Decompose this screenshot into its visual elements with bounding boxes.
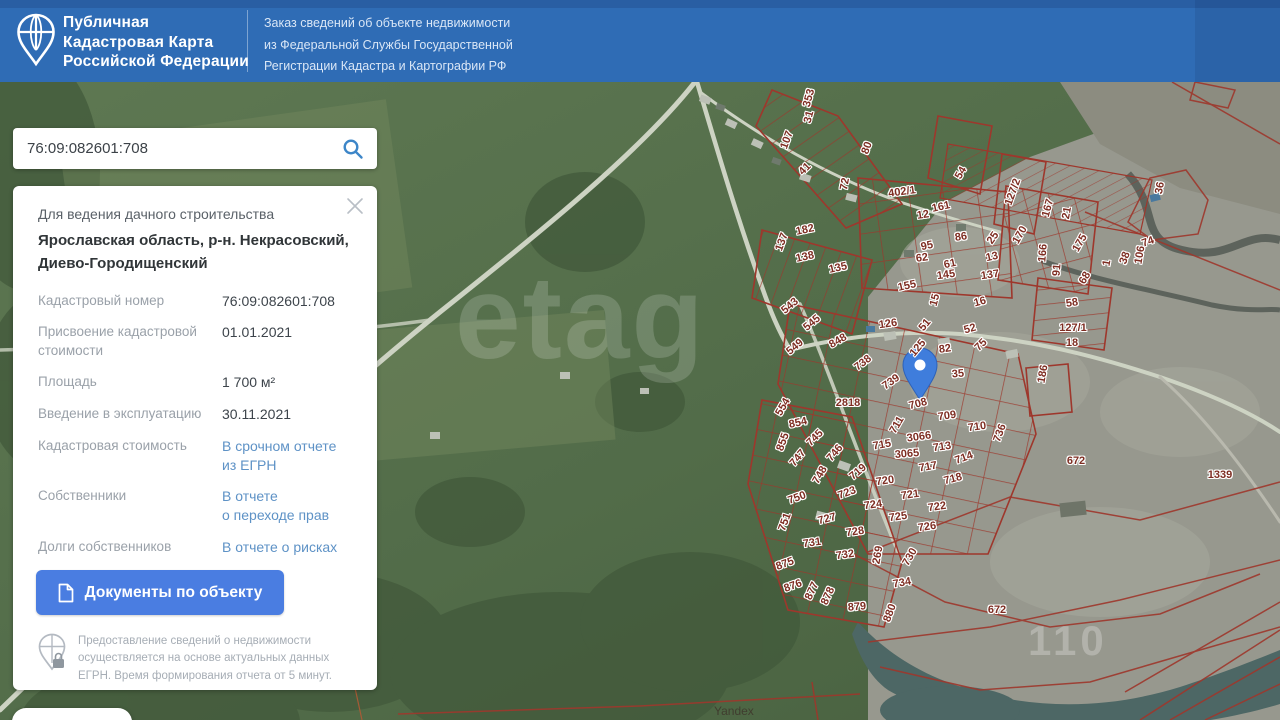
- info-row-link[interactable]: В срочном отчете из ЕГРН: [222, 437, 353, 475]
- land-usage-text: Для ведения дачного строительства: [38, 206, 353, 222]
- info-row-label: Кадастровый номер: [38, 292, 222, 311]
- search-bar[interactable]: 76:09:082601:708: [13, 128, 377, 169]
- search-input[interactable]: 76:09:082601:708: [13, 140, 342, 157]
- close-icon[interactable]: [346, 197, 364, 215]
- info-row-link[interactable]: В отчете о переходе прав: [222, 487, 353, 525]
- app-window: etag 110 3533110780417218213713813554402…: [0, 0, 1280, 720]
- header-divider: [247, 10, 248, 72]
- app-header: Публичная Кадастровая Карта Российской Ф…: [0, 0, 1280, 82]
- documents-button-label: Документы по объекту: [85, 584, 263, 602]
- parcel-info-panel: Для ведения дачного строительства Яросла…: [13, 186, 377, 690]
- info-row-label: Долги собственников: [38, 538, 222, 557]
- info-row-label: Присвоение кадастровой стоимости: [38, 323, 222, 359]
- info-row: СобственникиВ отчете о переходе прав: [38, 487, 353, 525]
- document-icon: [58, 583, 74, 603]
- map-attribution[interactable]: Yandex: [714, 704, 754, 718]
- info-row-label: Введение в эксплуатацию: [38, 405, 222, 424]
- info-row-value: 30.11.2021: [222, 405, 353, 424]
- cadastre-logo-icon[interactable]: [16, 13, 56, 67]
- pin-lock-icon: [38, 633, 66, 671]
- info-row-label: Кадастровая стоимость: [38, 437, 222, 475]
- panel-footnote: Предоставление сведений о недвижимости о…: [38, 633, 353, 685]
- info-row-link[interactable]: В отчете о рисках: [222, 538, 353, 557]
- info-row: Кадастровый номер76:09:082601:708: [38, 292, 353, 311]
- info-row: Присвоение кадастровой стоимости01.01.20…: [38, 323, 353, 359]
- search-icon[interactable]: [342, 138, 364, 160]
- info-row: Долги собственниковВ отчете о рисках: [38, 538, 353, 557]
- footnote-text: Предоставление сведений о недвижимости о…: [78, 633, 340, 685]
- info-rows: Кадастровый номер76:09:082601:708Присвое…: [38, 292, 353, 558]
- bottom-left-panel-cut[interactable]: [12, 708, 132, 720]
- info-row: Кадастровая стоимостьВ срочном отчете из…: [38, 437, 353, 475]
- info-row-value: 76:09:082601:708: [222, 292, 353, 311]
- documents-button[interactable]: Документы по объекту: [36, 570, 284, 615]
- info-row-label: Собственники: [38, 487, 222, 525]
- header-subtitle: Заказ сведений об объекте недвижимости и…: [264, 13, 513, 78]
- header-right-shade: [1195, 0, 1280, 82]
- parcel-address: Ярославская область, р-н. Некрасовский, …: [38, 229, 354, 276]
- info-row-value: 01.01.2021: [222, 323, 353, 359]
- info-row-value: 1 700 м²: [222, 373, 353, 392]
- info-row: Введение в эксплуатацию30.11.2021: [38, 405, 353, 424]
- header-top-strip: [0, 0, 1280, 8]
- app-title: Публичная Кадастровая Карта Российской Ф…: [63, 13, 249, 72]
- info-row-label: Площадь: [38, 373, 222, 392]
- info-row: Площадь1 700 м²: [38, 373, 353, 392]
